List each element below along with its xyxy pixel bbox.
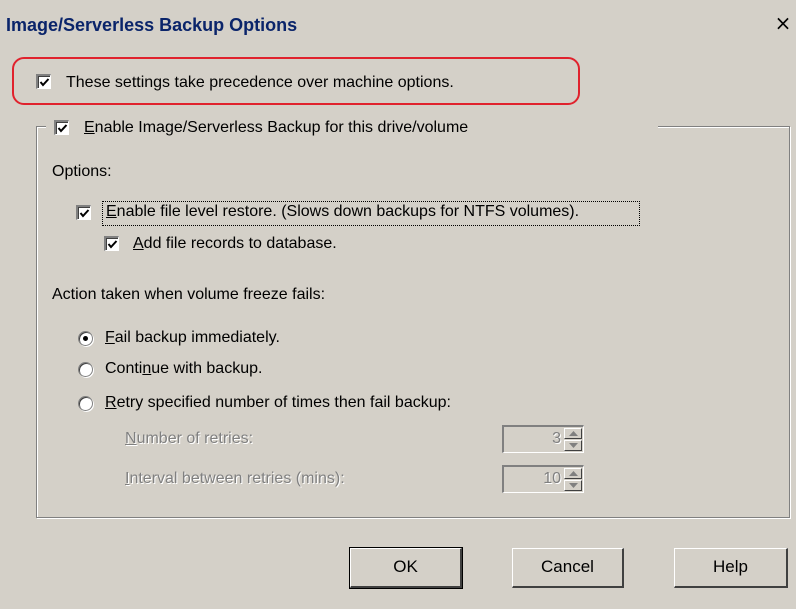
retries-value: 3 (552, 430, 561, 447)
options-heading: Options: (52, 163, 112, 180)
window-title: Image/Serverless Backup Options (6, 15, 298, 35)
interval-down-button[interactable] (564, 480, 582, 491)
checkmark-icon (39, 78, 50, 87)
radio-selected-dot (83, 336, 88, 341)
retries-up-button[interactable] (564, 428, 582, 439)
add-file-records-checkbox[interactable] (104, 236, 119, 251)
backup-options-groupbox (36, 126, 790, 518)
retry-backup-label[interactable]: Retry specified number of times then fai… (105, 394, 451, 412)
enable-backup-checkbox[interactable] (54, 120, 69, 135)
retry-backup-radio[interactable] (78, 396, 93, 411)
continue-backup-label[interactable]: Continue with backup. (105, 360, 262, 378)
arrow-up-icon (569, 431, 578, 436)
file-level-restore-text: nable file level restore. (Slows down ba… (116, 203, 580, 220)
interval-label: Interval between retries (mins): (125, 470, 345, 488)
enable-backup-accel: E (84, 119, 95, 136)
arrow-up-icon (569, 471, 578, 476)
interval-up-button[interactable] (564, 468, 582, 479)
add-file-records-accel: A (133, 235, 144, 252)
precedence-checkbox[interactable] (36, 74, 51, 89)
add-file-records-label[interactable]: Add file records to database. (133, 235, 337, 253)
interval-spinner-arrows (564, 468, 582, 491)
freeze-action-heading: Action taken when volume freeze fails: (52, 286, 326, 303)
checkmark-icon (107, 240, 118, 249)
close-button[interactable]: × (772, 13, 794, 35)
interval-value: 10 (543, 470, 561, 487)
retries-down-button[interactable] (564, 440, 582, 451)
add-file-records-text: dd file records to database. (143, 235, 337, 252)
checkmark-icon (57, 124, 68, 133)
retry-backup-text: etry specified number of times then fail… (116, 394, 451, 411)
enable-backup-text: nable Image/Serverless Backup for this d… (94, 119, 469, 136)
title-bar: Image/Serverless Backup Options × (0, 0, 796, 44)
fail-backup-label[interactable]: Fail backup immediately. (105, 329, 280, 347)
file-level-restore-accel: E (106, 203, 117, 220)
help-button[interactable]: Help (674, 548, 788, 588)
retries-spinner-arrows (564, 428, 582, 451)
fail-backup-accel: F (105, 329, 115, 346)
continue-backup-text: ue with backup. (151, 360, 263, 377)
continue-backup-accel: n (142, 360, 152, 377)
fail-backup-radio[interactable] (78, 331, 93, 346)
continue-backup-text-pre: Conti (105, 360, 143, 377)
retry-backup-accel: R (105, 394, 117, 411)
checkmark-icon (79, 209, 90, 218)
arrow-down-icon (569, 483, 578, 488)
cancel-button[interactable]: Cancel (512, 548, 624, 588)
retries-accel: N (125, 430, 137, 447)
retries-label: Number of retries: (125, 430, 253, 448)
fail-backup-text: ail backup immediately. (114, 329, 280, 346)
continue-backup-radio[interactable] (78, 362, 93, 377)
retries-spinner[interactable]: 3 (502, 425, 584, 453)
precedence-label[interactable]: These settings take precedence over mach… (66, 74, 454, 92)
arrow-down-icon (569, 443, 578, 448)
interval-text: nterval between retries (mins): (129, 470, 345, 487)
file-level-restore-checkbox[interactable] (76, 205, 91, 220)
enable-backup-label[interactable]: Enable Image/Serverless Backup for this … (84, 119, 468, 137)
file-level-restore-label[interactable]: Enable file level restore. (Slows down b… (106, 203, 579, 221)
ok-button[interactable]: OK (349, 547, 463, 589)
interval-spinner[interactable]: 10 (502, 465, 584, 493)
retries-text: umber of retries: (136, 430, 254, 447)
